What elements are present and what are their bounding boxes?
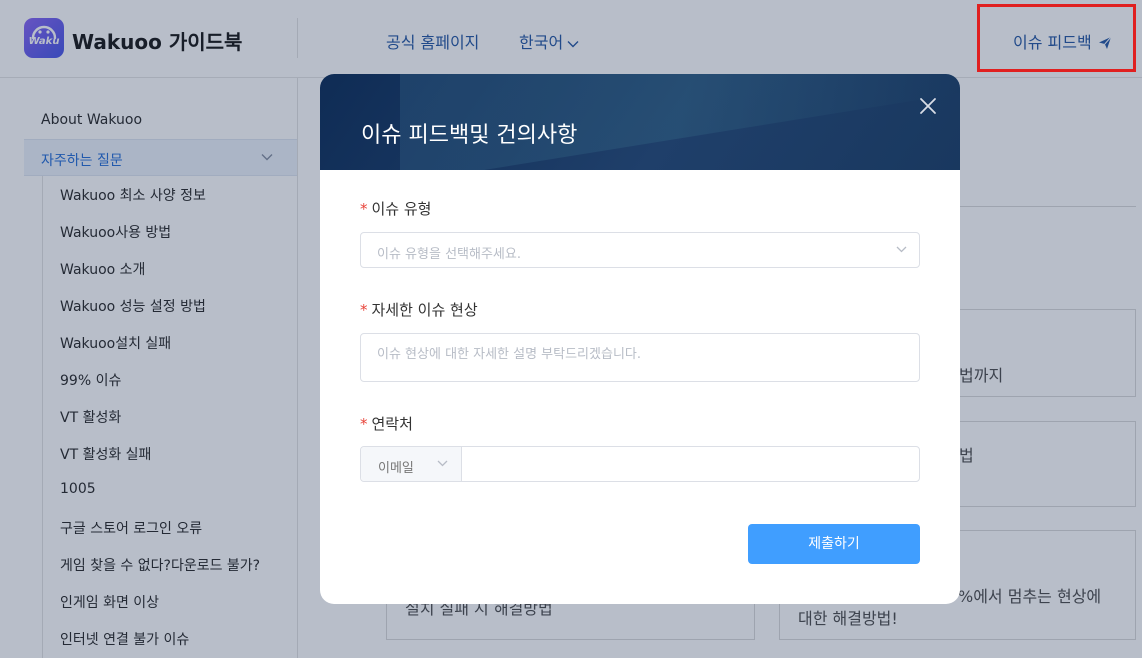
contact-input[interactable] — [462, 447, 919, 481]
submit-button[interactable]: 제출하기 — [748, 524, 920, 564]
detail-label-text: 자세한 이슈 현상 — [371, 301, 478, 319]
feedback-modal: 이슈 피드백및 건의사항 * 이슈 유형 이슈 유형을 선택해주세요. * 자세한 … — [320, 74, 960, 604]
feedback-highlight-box — [977, 4, 1136, 72]
chevron-down-icon — [437, 460, 448, 467]
issue-type-label-text: 이슈 유형 — [371, 200, 432, 218]
chevron-down-icon — [896, 246, 907, 253]
contact-label-text: 연락처 — [371, 415, 413, 433]
issue-type-label: * 이슈 유형 — [360, 198, 431, 219]
contact-type-select[interactable]: 이메일 — [361, 447, 462, 481]
required-mark: * — [360, 200, 368, 218]
modal-title: 이슈 피드백및 건의사항 — [361, 123, 578, 148]
issue-type-select[interactable]: 이슈 유형을 선택해주세요. — [360, 232, 920, 268]
required-mark: * — [360, 301, 368, 319]
close-icon[interactable] — [918, 96, 938, 116]
issue-detail-textarea[interactable]: 이슈 현상에 대한 자세한 설명 부탁드리겠습니다. — [360, 333, 920, 382]
issue-detail-placeholder: 이슈 현상에 대한 자세한 설명 부탁드리겠습니다. — [377, 347, 641, 362]
modal-header: 이슈 피드백및 건의사항 — [320, 74, 960, 170]
contact-field: 이메일 — [360, 446, 920, 482]
contact-type-value: 이메일 — [378, 461, 414, 476]
detail-label: * 자세한 이슈 현상 — [360, 299, 478, 320]
issue-type-placeholder: 이슈 유형을 선택해주세요. — [377, 247, 521, 262]
contact-label: * 연락처 — [360, 413, 413, 434]
required-mark: * — [360, 415, 368, 433]
